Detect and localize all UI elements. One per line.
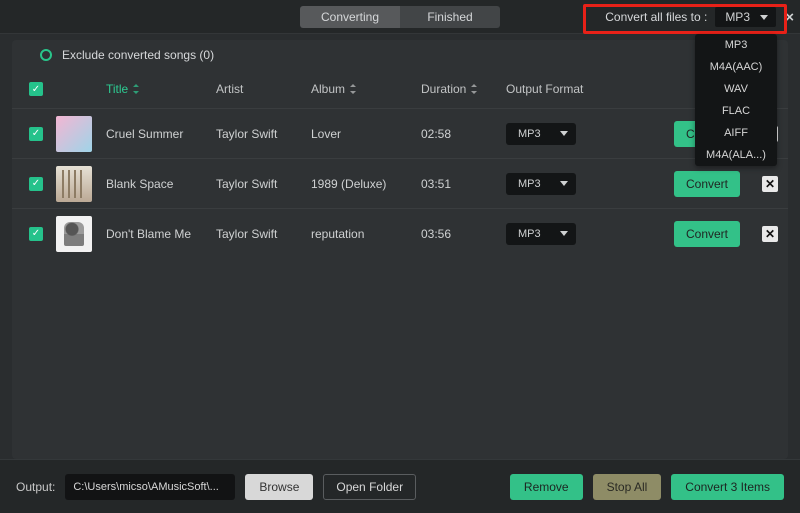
tab-converting[interactable]: Converting [300,6,400,28]
cell-duration: 03:51 [421,177,506,191]
album-art [56,166,92,202]
browse-button[interactable]: Browse [245,474,313,500]
remove-row-icon[interactable]: ✕ [762,226,778,242]
chevron-down-icon [560,231,568,236]
convert-all-label: Convert all files to : [605,10,707,24]
radio-icon [40,49,52,61]
chevron-down-icon [560,131,568,136]
cell-album: reputation [311,227,421,241]
row-format-dropdown[interactable]: MP3 [506,173,576,195]
table-row: ✓ Cruel Summer Taylor Swift Lover 02:58 … [12,108,788,158]
output-path-field[interactable]: C:\Users\micso\AMusicSoft\... [65,474,235,500]
cell-duration: 02:58 [421,127,506,141]
format-option[interactable]: FLAC [695,100,777,122]
column-album[interactable]: Album [311,82,421,96]
sort-icon [132,84,140,94]
table-row: ✓ Blank Space Taylor Swift 1989 (Deluxe)… [12,158,788,208]
cell-artist: Taylor Swift [216,127,311,141]
column-duration[interactable]: Duration [421,82,506,96]
cell-title: Don't Blame Me [106,227,216,241]
row-format-dropdown[interactable]: MP3 [506,123,576,145]
convert-all-group: Convert all files to : MP3 [605,0,776,34]
app-window: Converting Finished Convert all files to… [0,0,800,513]
top-bar: Converting Finished Convert all files to… [0,0,800,34]
row-checkbox[interactable]: ✓ [29,227,43,241]
exclude-toggle[interactable]: Exclude converted songs (0) [40,48,214,62]
row-format-dropdown[interactable]: MP3 [506,223,576,245]
track-list: ✓ Title Artist Album Duration Output For… [12,70,788,459]
column-format: Output Format [506,82,621,96]
column-title[interactable]: Title [106,82,216,96]
album-art [56,116,92,152]
remove-row-icon[interactable]: ✕ [762,176,778,192]
convert-all-button[interactable]: Convert 3 Items [671,474,784,500]
convert-button[interactable]: Convert [674,221,740,247]
sort-icon [470,84,478,94]
format-option[interactable]: M4A(ALA...) [695,144,777,166]
column-header-row: ✓ Title Artist Album Duration Output For… [12,70,788,108]
column-artist: Artist [216,82,311,96]
subbar: Exclude converted songs (0) Search [12,40,788,70]
album-art [56,216,92,252]
sort-icon [349,84,357,94]
open-folder-button[interactable]: Open Folder [323,474,416,500]
cell-artist: Taylor Swift [216,177,311,191]
chevron-down-icon [760,15,768,20]
format-option[interactable]: AIFF [695,122,777,144]
convert-all-value: MP3 [725,10,750,24]
chevron-down-icon [560,181,568,186]
format-dropdown-panel: MP3 M4A(AAC) WAV FLAC AIFF M4A(ALA...) [695,34,777,166]
format-option[interactable]: MP3 [695,34,777,56]
cell-album: 1989 (Deluxe) [311,177,421,191]
format-option[interactable]: M4A(AAC) [695,56,777,78]
remove-button[interactable]: Remove [510,474,583,500]
row-checkbox[interactable]: ✓ [29,177,43,191]
cell-duration: 03:56 [421,227,506,241]
row-checkbox[interactable]: ✓ [29,127,43,141]
cell-title: Blank Space [106,177,216,191]
stop-all-button[interactable]: Stop All [593,474,662,500]
format-option[interactable]: WAV [695,78,777,100]
convert-button[interactable]: Convert [674,171,740,197]
close-icon[interactable]: × [785,9,794,26]
output-label: Output: [16,480,55,494]
table-row: ✓ Don't Blame Me Taylor Swift reputation… [12,208,788,258]
cell-title: Cruel Summer [106,127,216,141]
cell-album: Lover [311,127,421,141]
footer-bar: Output: C:\Users\micso\AMusicSoft\... Br… [0,459,800,513]
exclude-label: Exclude converted songs (0) [62,48,214,62]
tab-finished[interactable]: Finished [400,6,500,28]
mode-tabs: Converting Finished [300,6,500,28]
cell-artist: Taylor Swift [216,227,311,241]
convert-all-dropdown[interactable]: MP3 [715,7,776,27]
select-all-checkbox[interactable]: ✓ [29,82,43,96]
